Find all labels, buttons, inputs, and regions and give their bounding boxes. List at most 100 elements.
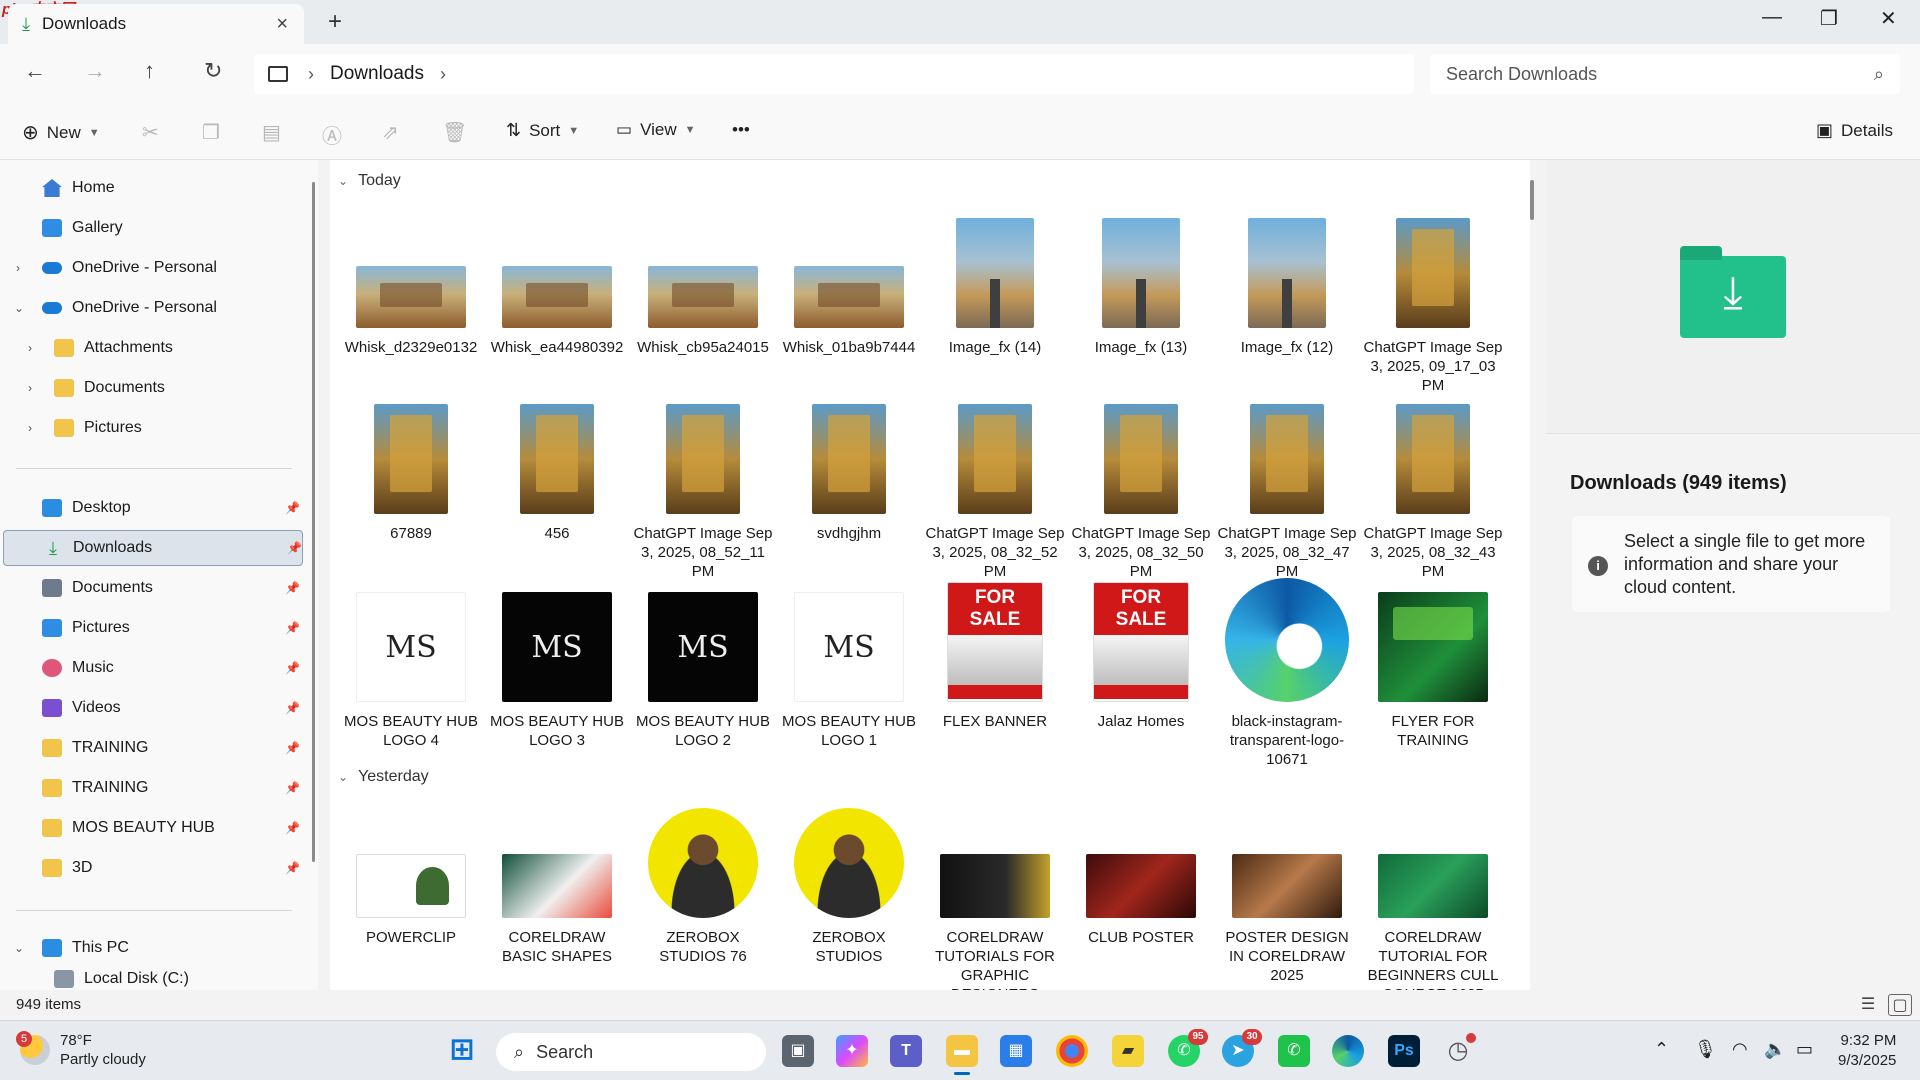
wifi-icon[interactable]: ◠ bbox=[1732, 1039, 1748, 1060]
sidebar-item-pictures[interactable]: Pictures 📌 bbox=[0, 610, 300, 646]
file-item[interactable]: FOR SALE Jalaz Homes bbox=[1070, 578, 1212, 731]
chevron-right-icon[interactable]: › bbox=[440, 64, 446, 85]
delete-button[interactable]: 🗑 bbox=[442, 120, 467, 145]
group-header-today[interactable]: ⌄ Today bbox=[338, 172, 401, 190]
sidebar-item-onedrive-1[interactable]: › OneDrive - Personal bbox=[0, 250, 300, 286]
file-item[interactable]: ChatGPT Image Sep 3, 2025, 08_32_52 PM bbox=[924, 390, 1066, 581]
search-box[interactable]: Search Downloads ⌕ bbox=[1430, 54, 1900, 94]
weather-widget[interactable]: 5 78°F Partly cloudy bbox=[16, 1031, 146, 1069]
file-item[interactable]: CORELDRAW TUTORIAL FOR BEGINNERS CULL CO… bbox=[1362, 794, 1504, 990]
file-item[interactable]: FLYER FOR TRAINING bbox=[1362, 578, 1504, 750]
pin-icon[interactable]: 📌 bbox=[287, 541, 302, 555]
sort-button[interactable]: ⇅ Sort ▼ bbox=[506, 120, 579, 141]
sidebar-item-home[interactable]: Home bbox=[0, 170, 300, 206]
refresh-button[interactable]: ↻ bbox=[204, 58, 222, 84]
chevron-down-icon[interactable]: ⌄ bbox=[14, 301, 24, 315]
view-button[interactable]: ▭ View ▼ bbox=[616, 120, 696, 140]
file-item[interactable]: 67889 bbox=[340, 390, 482, 543]
sidebar-item-attachments[interactable]: › Attachments bbox=[0, 330, 300, 366]
file-item[interactable]: Whisk_01ba9b7444 bbox=[778, 204, 920, 357]
file-item[interactable]: ChatGPT Image Sep 3, 2025, 08_32_47 PM bbox=[1216, 390, 1358, 581]
whatsapp-icon[interactable]: ✆ 95 bbox=[1168, 1029, 1208, 1067]
address-bar[interactable]: › Downloads › bbox=[254, 54, 1414, 94]
sidebar-item-pictures-onedrive[interactable]: › Pictures bbox=[0, 410, 300, 446]
sidebar-item-this-pc[interactable]: ⌄ This PC bbox=[0, 930, 300, 966]
sidebar-item-3d[interactable]: 3D 📌 bbox=[0, 850, 300, 886]
sidebar-item-local-disk[interactable]: Local Disk (C:) bbox=[0, 970, 300, 990]
sidebar-item-downloads[interactable]: ⤓ Downloads 📌 bbox=[3, 530, 303, 566]
rename-button[interactable]: Ⓐ bbox=[322, 120, 342, 149]
phone-link-icon[interactable]: ✆ bbox=[1278, 1035, 1310, 1067]
file-item[interactable]: Image_fx (12) bbox=[1216, 204, 1358, 357]
photoshop-icon[interactable]: Ps bbox=[1388, 1035, 1420, 1067]
show-hidden-icons-icon[interactable]: ⌃ bbox=[1654, 1039, 1669, 1060]
file-item[interactable]: ChatGPT Image Sep 3, 2025, 08_52_11 PM bbox=[632, 390, 774, 581]
minimize-button[interactable]: — bbox=[1762, 6, 1782, 29]
paste-button[interactable]: ▤ bbox=[262, 120, 281, 145]
file-item[interactable]: FOR SALE FLEX BANNER bbox=[924, 578, 1066, 731]
battery-icon[interactable]: ▭ bbox=[1796, 1039, 1813, 1060]
file-item[interactable]: ChatGPT Image Sep 3, 2025, 08_32_50 PM bbox=[1070, 390, 1212, 581]
microsoft-store-icon[interactable]: ▦ bbox=[1000, 1035, 1032, 1067]
close-window-button[interactable]: ✕ bbox=[1880, 6, 1897, 31]
chevron-down-icon[interactable]: ⌄ bbox=[14, 941, 24, 955]
new-button[interactable]: ⊕ New ▼ bbox=[22, 120, 100, 145]
file-item[interactable]: ChatGPT Image Sep 3, 2025, 09_17_03 PM bbox=[1362, 204, 1504, 395]
file-item[interactable]: CORELDRAW TUTORIALS FOR GRAPHIC DESIGNER… bbox=[924, 794, 1066, 990]
chrome-icon[interactable] bbox=[1056, 1035, 1088, 1067]
chevron-right-icon[interactable]: › bbox=[28, 421, 32, 435]
sidebar-item-mos-beauty-hub[interactable]: MOS BEAUTY HUB 📌 bbox=[0, 810, 300, 846]
teams-icon[interactable]: T bbox=[890, 1035, 922, 1067]
pin-icon[interactable]: 📌 bbox=[285, 501, 300, 515]
file-item[interactable]: Image_fx (14) bbox=[924, 204, 1066, 357]
up-button[interactable]: ↑ bbox=[144, 58, 155, 84]
sidebar-item-documents[interactable]: Documents 📌 bbox=[0, 570, 300, 606]
back-button[interactable]: ← bbox=[24, 58, 46, 84]
file-item[interactable]: MS MOS BEAUTY HUB LOGO 4 bbox=[340, 578, 482, 750]
file-item[interactable]: ZEROBOX STUDIOS 76 bbox=[632, 794, 774, 966]
telegram-icon[interactable]: ➤ 30 bbox=[1222, 1029, 1262, 1067]
file-explorer-icon[interactable]: ▬ bbox=[946, 1035, 978, 1075]
content-scrollbar[interactable] bbox=[1530, 180, 1534, 220]
sidebar-item-training-2[interactable]: TRAINING 📌 bbox=[0, 770, 300, 806]
maximize-button[interactable]: ❐ bbox=[1820, 6, 1838, 31]
cut-button[interactable]: ✂ bbox=[142, 120, 159, 145]
more-options-button[interactable]: ••• bbox=[732, 120, 750, 140]
details-view-icon[interactable]: ☰ bbox=[1856, 994, 1880, 1016]
chevron-right-icon[interactable]: › bbox=[16, 261, 20, 275]
copy-button[interactable]: ❐ bbox=[202, 120, 220, 145]
file-item[interactable]: CLUB POSTER bbox=[1070, 794, 1212, 947]
pin-icon[interactable]: 📌 bbox=[285, 581, 300, 595]
sidebar-item-videos[interactable]: Videos 📌 bbox=[0, 690, 300, 726]
file-item[interactable]: 456 bbox=[486, 390, 628, 543]
edge-icon[interactable] bbox=[1332, 1035, 1364, 1067]
file-item[interactable]: ChatGPT Image Sep 3, 2025, 08_32_43 PM bbox=[1362, 390, 1504, 581]
file-item[interactable]: Image_fx (13) bbox=[1070, 204, 1212, 357]
task-view-icon[interactable]: ▣ bbox=[782, 1035, 814, 1067]
details-button[interactable]: ▣ Details bbox=[1816, 120, 1893, 141]
file-item[interactable]: ZEROBOX STUDIOS bbox=[778, 794, 920, 966]
file-item[interactable]: svdhgjhm bbox=[778, 390, 920, 543]
close-tab-icon[interactable]: × bbox=[276, 13, 288, 36]
file-item[interactable]: Whisk_cb95a24015 bbox=[632, 204, 774, 357]
pin-icon[interactable]: 📌 bbox=[285, 621, 300, 635]
clock-app-icon[interactable]: ◷ bbox=[1442, 1033, 1476, 1067]
tab-downloads[interactable]: ⤓ Downloads × bbox=[8, 4, 304, 44]
pin-icon[interactable]: 📌 bbox=[285, 821, 300, 835]
copilot-icon[interactable]: ✦ bbox=[836, 1035, 868, 1067]
file-item[interactable]: black-instagram-transparent-logo-10671 bbox=[1216, 578, 1358, 769]
search-input[interactable]: Search Downloads bbox=[1446, 64, 1597, 85]
sidebar-item-training-1[interactable]: TRAINING 📌 bbox=[0, 730, 300, 766]
start-icon[interactable]: ⊞ bbox=[446, 1035, 478, 1067]
chevron-right-icon[interactable]: › bbox=[28, 381, 32, 395]
sidebar-item-documents-onedrive[interactable]: › Documents bbox=[0, 370, 300, 406]
share-button[interactable]: ⇗ bbox=[382, 120, 399, 145]
file-item[interactable]: CORELDRAW BASIC SHAPES bbox=[486, 794, 628, 966]
pin-icon[interactable]: 📌 bbox=[285, 661, 300, 675]
microphone-icon[interactable]: 🎙 bbox=[1694, 1039, 1717, 1060]
system-clock[interactable]: 9:32 PM 9/3/2025 bbox=[1838, 1031, 1896, 1071]
chevron-right-icon[interactable]: › bbox=[28, 341, 32, 355]
pin-icon[interactable]: 📌 bbox=[285, 861, 300, 875]
file-item[interactable]: MS MOS BEAUTY HUB LOGO 1 bbox=[778, 578, 920, 750]
sidebar-scrollbar[interactable] bbox=[312, 182, 315, 862]
